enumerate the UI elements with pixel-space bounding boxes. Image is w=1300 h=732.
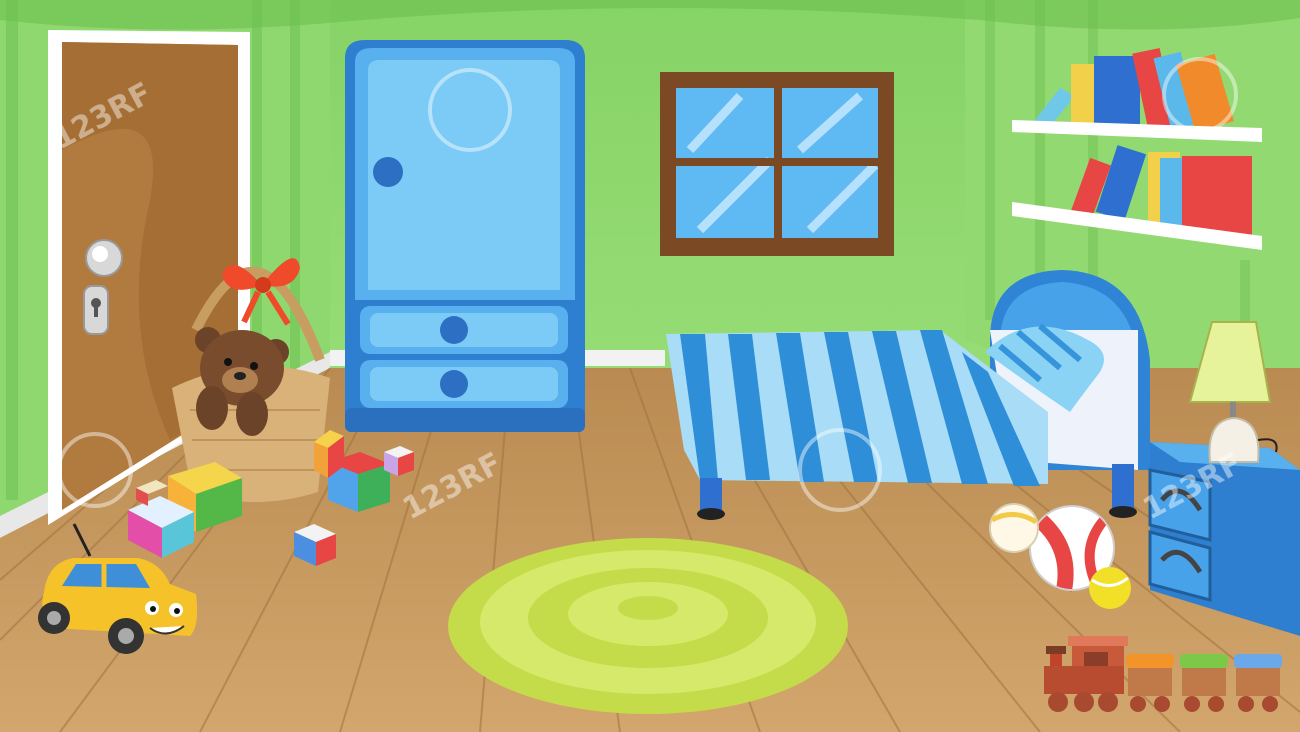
tennis-ball [1089,567,1131,609]
wardrobe [345,40,585,432]
door-knob [85,239,123,277]
rug [448,538,848,714]
train-engine [1044,636,1128,712]
keyhole-plate [83,285,109,335]
bedroom-scene: 123RF 123RF 123RF [0,0,1300,732]
small-ball [989,503,1039,553]
window [660,72,894,256]
block-white-small [384,446,414,476]
